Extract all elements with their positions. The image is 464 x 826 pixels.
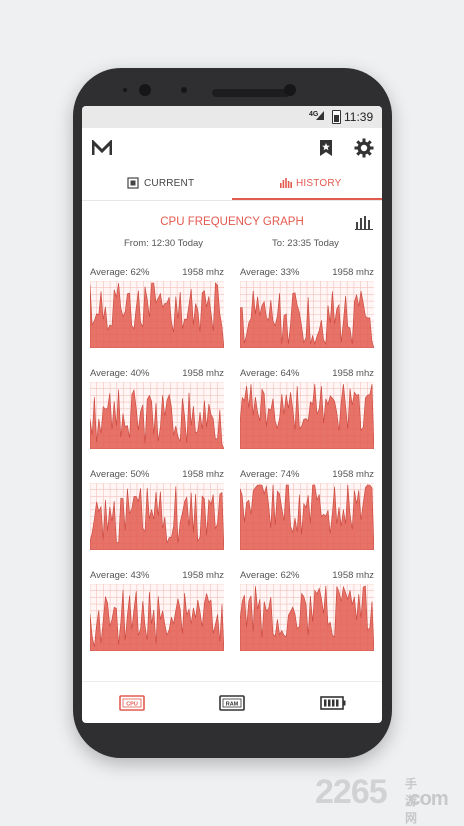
battery-icon[interactable] (320, 695, 346, 711)
ram-icon[interactable]: RAM (219, 695, 245, 711)
core-average: Average: 62% (240, 570, 300, 581)
core-average: Average: 74% (240, 469, 300, 480)
core-graph-card: Average: 62% 1958 mhz (90, 267, 224, 357)
watermark: 2265 手游网 .com (315, 773, 449, 825)
graph-title: CPU FREQUENCY GRAPH (160, 216, 304, 228)
gear-icon[interactable] (354, 138, 374, 158)
tab-history-label: HISTORY (296, 178, 342, 189)
core-frequency: 1958 mhz (332, 570, 374, 581)
core-average: Average: 62% (90, 267, 150, 278)
core-frequency: 1958 mhz (182, 368, 224, 379)
tab-current[interactable]: CURRENT (82, 170, 232, 200)
sensor-dot (123, 88, 127, 92)
range-to: To: 23:35 Today (272, 238, 339, 249)
front-camera (139, 84, 151, 96)
signal-icon (316, 111, 324, 120)
core-frequency: 1958 mhz (182, 570, 224, 581)
sensor-dot (181, 87, 187, 93)
bottom-nav: CPU RAM (82, 684, 382, 723)
cpu-frequency-sparkline (90, 382, 224, 449)
core-frequency: 1958 mhz (332, 368, 374, 379)
status-bar: 4G 11:39 (82, 106, 382, 128)
chip-icon (127, 177, 139, 189)
core-frequency: 1958 mhz (182, 267, 224, 278)
core-average: Average: 40% (90, 368, 150, 379)
range-from: From: 12:30 Today (124, 238, 204, 249)
core-graph-card: Average: 40% 1958 mhz (90, 368, 224, 458)
speaker-grille (212, 89, 290, 97)
divider (82, 681, 382, 682)
cpu-frequency-sparkline (240, 281, 374, 348)
watermark-bottom: .com (405, 788, 449, 810)
tab-history[interactable]: HISTORY (232, 170, 382, 200)
ram-nav-label: RAM (226, 702, 239, 708)
chart-type-icon[interactable] (355, 216, 373, 230)
bookmark-star-icon[interactable] (319, 139, 333, 157)
core-frequency: 1958 mhz (332, 469, 374, 480)
core-average: Average: 50% (90, 469, 150, 480)
cpu-frequency-sparkline (240, 382, 374, 449)
core-graph-card: Average: 50% 1958 mhz (90, 469, 224, 559)
app-bar (82, 128, 382, 170)
cpu-frequency-sparkline (90, 584, 224, 651)
tab-bar: CURRENT HISTORY (82, 170, 382, 201)
tab-current-label: CURRENT (144, 178, 195, 189)
clock: 11:39 (344, 110, 374, 124)
core-average: Average: 43% (90, 570, 150, 581)
core-average: Average: 33% (240, 267, 300, 278)
cpu-frequency-sparkline (90, 483, 224, 550)
core-frequency: 1958 mhz (332, 267, 374, 278)
core-graph-card: Average: 64% 1958 mhz (240, 368, 374, 458)
m-logo-icon[interactable] (92, 140, 112, 156)
cpu-frequency-sparkline (90, 281, 224, 348)
cpu-icon[interactable]: CPU (119, 695, 145, 711)
core-average: Average: 64% (240, 368, 300, 379)
cpu-nav-label: CPU (126, 702, 138, 708)
app-screen: 4G 11:39 CURRENT HISTORY CPU FREQUENCY G… (82, 106, 382, 723)
watermark-main: 2265 (315, 773, 388, 811)
tab-indicator (232, 198, 382, 200)
front-camera-secondary (284, 84, 296, 96)
bar-chart-icon (280, 178, 292, 188)
core-graph-card: Average: 62% 1958 mhz (240, 570, 374, 660)
core-graph-card: Average: 74% 1958 mhz (240, 469, 374, 559)
core-graph-card: Average: 33% 1958 mhz (240, 267, 374, 357)
core-graph-card: Average: 43% 1958 mhz (90, 570, 224, 660)
cpu-frequency-sparkline (240, 584, 374, 651)
core-frequency: 1958 mhz (182, 469, 224, 480)
battery-status-icon (332, 110, 341, 124)
cpu-frequency-sparkline (240, 483, 374, 550)
